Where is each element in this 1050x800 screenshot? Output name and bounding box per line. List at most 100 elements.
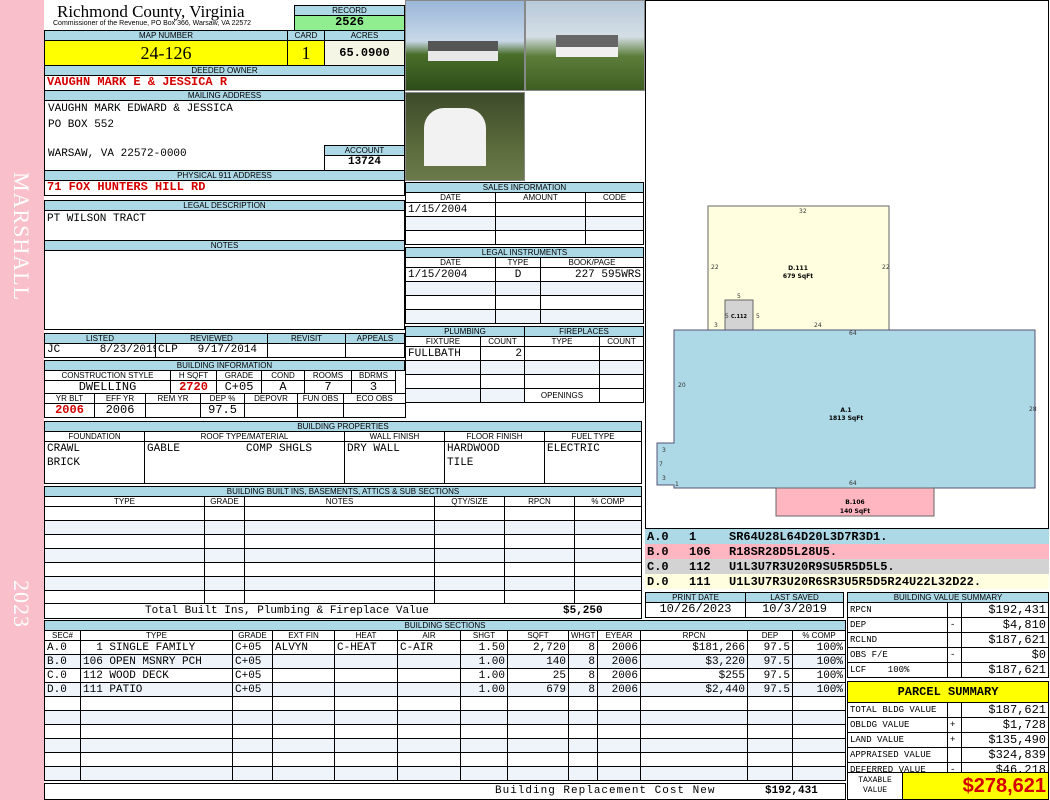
- column-header: RPCN: [504, 496, 575, 507]
- summary-label: APPRAISED VALUE: [847, 747, 948, 763]
- summary-label: OBLDG VALUE: [847, 717, 948, 733]
- table-cell: [204, 576, 245, 591]
- sketch-code-cell: 111: [689, 574, 711, 589]
- table-cell: [80, 752, 233, 767]
- sketch-code-cell: SR64U28L64D20L3D7R3D1.: [729, 529, 888, 544]
- table-cell: [334, 696, 398, 711]
- table-cell: 112 WOOD DECK: [80, 668, 233, 683]
- table-row: [44, 534, 642, 549]
- column-header: FUEL TYPE: [544, 431, 642, 442]
- summary-sign: +: [947, 717, 962, 733]
- summary-label: LCF 100%: [847, 662, 948, 678]
- table-cell: [597, 696, 641, 711]
- revisit-value: [267, 343, 346, 358]
- summary-value: $192,431: [961, 602, 1049, 618]
- property-value: HARDWOOD TILE: [444, 441, 545, 484]
- table-cell: [405, 216, 496, 231]
- table-cell: [272, 766, 335, 781]
- table-cell: [80, 766, 233, 781]
- table-row: [44, 548, 642, 563]
- card-number: 1: [287, 40, 325, 66]
- field-value: [297, 403, 344, 418]
- header-row: DATE TYPE BOOK/PAGE: [405, 257, 644, 268]
- table-cell: 2: [480, 346, 525, 361]
- property-photo-side[interactable]: [525, 0, 645, 91]
- table-cell: 97.5: [747, 654, 793, 669]
- table-cell: [480, 374, 525, 389]
- table-cell: 8: [568, 640, 598, 655]
- table-cell: 2,720: [507, 640, 569, 655]
- table-cell: C+05: [232, 682, 273, 697]
- property-photo-shed[interactable]: [405, 92, 525, 181]
- table-cell: [460, 738, 508, 753]
- table-cell: [540, 295, 644, 310]
- table-cell: ALVYN: [272, 640, 335, 655]
- table-cell: [574, 548, 642, 563]
- table-row: [44, 738, 846, 753]
- table-cell: [504, 534, 575, 549]
- table-cell: [44, 710, 81, 725]
- table-row: 1/15/2004: [405, 202, 644, 217]
- sketch-code-cell: C.0: [647, 559, 669, 574]
- legal-instruments-table: DATE TYPE BOOK/PAGE 1/15/2004 D 227 595WRS: [405, 257, 644, 324]
- table-cell: [397, 668, 461, 683]
- table-cell: 25: [507, 668, 569, 683]
- table-cell: [504, 562, 575, 577]
- table-cell: 1.00: [460, 654, 508, 669]
- property-value: DRY WALL: [344, 441, 445, 484]
- table-row: [524, 346, 644, 361]
- table-row: [405, 230, 644, 245]
- table-cell: FULLBATH: [405, 346, 481, 361]
- table-cell: [504, 506, 575, 521]
- table-cell: 1/15/2004: [405, 267, 496, 282]
- table-cell: [480, 388, 525, 403]
- fireplaces-table: TYPE COUNT OPENINGS: [524, 336, 644, 403]
- column-header: EYEAR: [597, 630, 641, 641]
- sketch-code-cell: U1L3U7R3U20R9SU5R5D5L5.: [729, 559, 895, 574]
- openings-row: OPENINGS: [524, 388, 644, 403]
- sketch-code-row: A.0 1 SR64U28L64D20L3D7R3D1.: [645, 529, 1049, 544]
- table-row: [405, 309, 644, 324]
- record-number: 2526: [294, 15, 405, 31]
- table-row: B.0 106 OPEN MSNRY PCH C+05 1.00 140 8 2006 $3,…: [44, 654, 846, 669]
- summary-row: OBS F/E - $0: [847, 647, 1049, 663]
- table-row: [44, 506, 642, 521]
- summary-label: RCLND: [847, 632, 948, 648]
- sketch-dimension: 3: [662, 447, 666, 454]
- column-header: % COMP: [574, 496, 642, 507]
- table-cell: [792, 710, 846, 725]
- table-cell: [792, 752, 846, 767]
- table-cell: [574, 520, 642, 535]
- header-row: SEC# TYPE GRADE EXT FIN HEAT AIR SHGT SQFT WHGT E…: [44, 630, 846, 641]
- table-cell: [44, 752, 81, 767]
- field-value: 97.5: [200, 403, 245, 418]
- column-header: COUNT: [480, 336, 525, 347]
- table-cell: [568, 696, 598, 711]
- table-cell: [495, 309, 541, 324]
- column-header: SHGT: [460, 630, 508, 641]
- county-title: Richmond County, Virginia: [57, 2, 245, 21]
- table-cell: $255: [640, 668, 748, 683]
- table-cell: [574, 576, 642, 591]
- mailing-line-3: WARSAW, VA 22572-0000: [48, 148, 187, 160]
- last-saved-date: 10/3/2019: [745, 602, 844, 618]
- table-cell: [334, 710, 398, 725]
- table-cell: [460, 710, 508, 725]
- district-sidebar: MARSHALL 2023: [0, 0, 44, 800]
- table-cell: [244, 548, 435, 563]
- header-row: DATE AMOUNT CODE: [405, 192, 644, 203]
- table-cell: [232, 766, 273, 781]
- property-photo-front[interactable]: [405, 0, 525, 91]
- table-row: [44, 766, 846, 781]
- table-row: A.0 1 SINGLE FAMILY C+05 ALVYN C-HEAT C-AIR 1…: [44, 640, 846, 655]
- field-value: [244, 403, 298, 418]
- table-cell: [204, 548, 245, 563]
- table-cell: [640, 752, 748, 767]
- parcel-summary-title: PARCEL SUMMARY: [847, 681, 1049, 703]
- summary-row: DEP - $4,810: [847, 617, 1049, 633]
- table-row: [44, 752, 846, 767]
- summary-row: RPCN $192,431: [847, 602, 1049, 618]
- table-cell: [585, 216, 644, 231]
- table-cell: [405, 388, 481, 403]
- table-cell: 100%: [792, 682, 846, 697]
